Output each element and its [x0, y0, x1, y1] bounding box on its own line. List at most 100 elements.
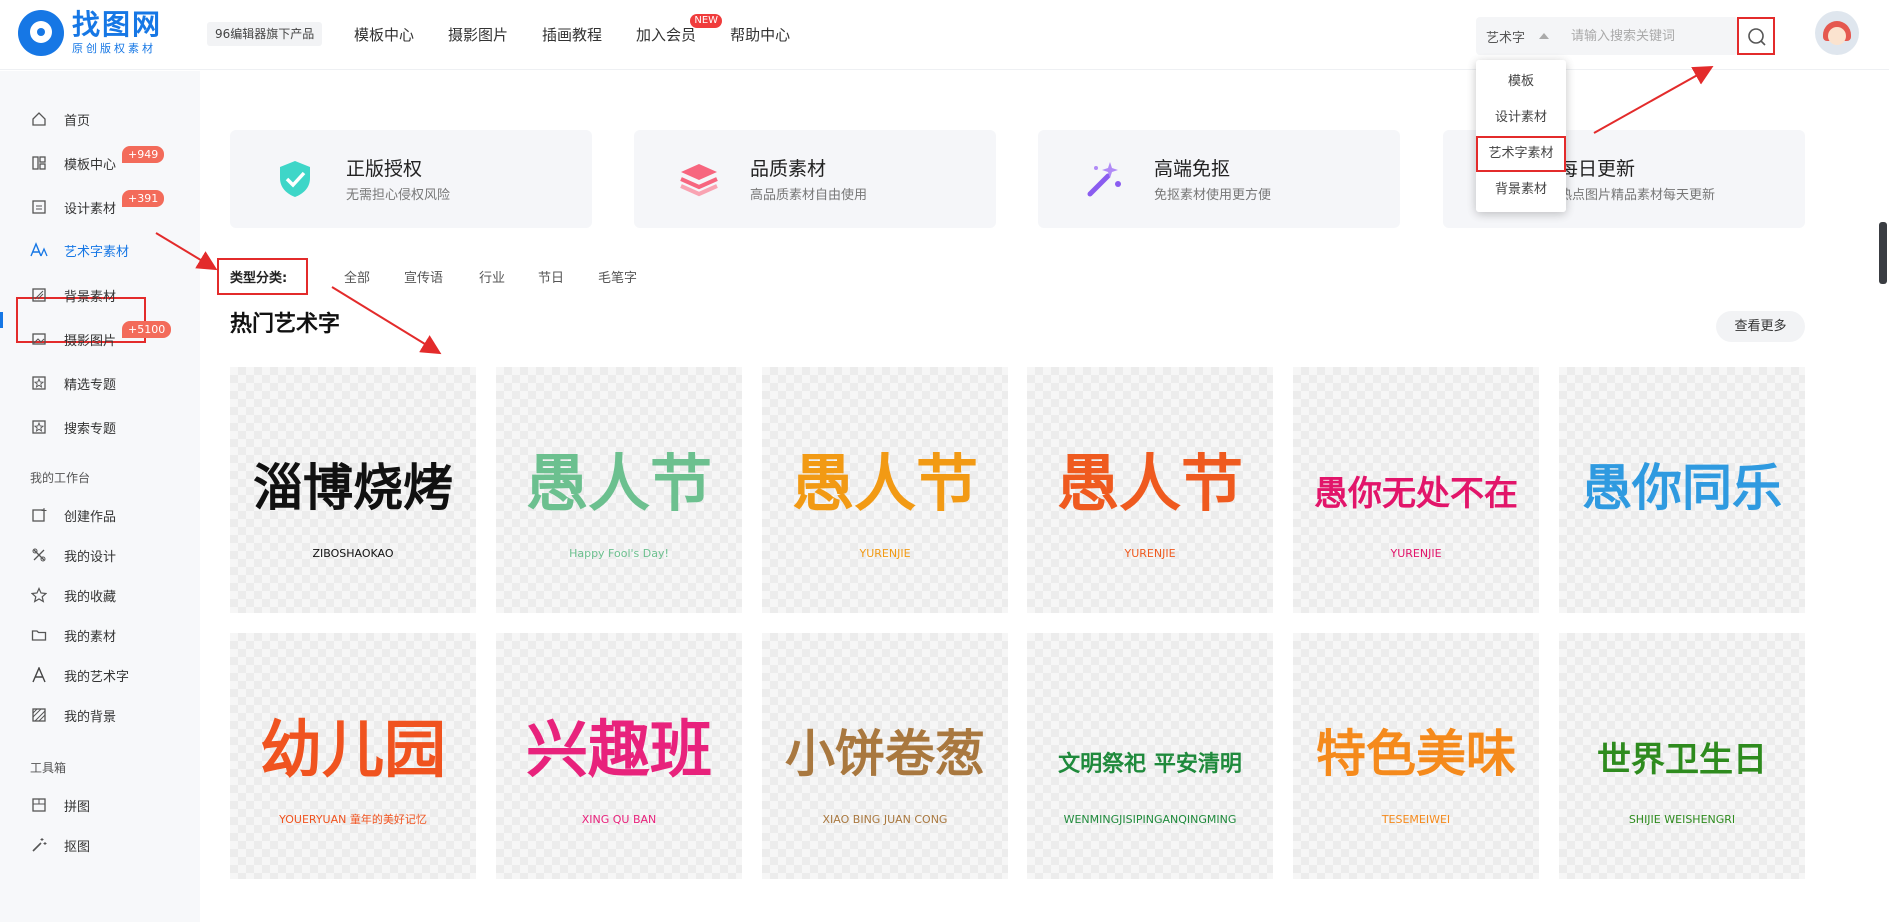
background-icon [30, 286, 48, 304]
count-badge: +391 [122, 190, 165, 207]
wordart-main-text: 文明祭祀 平安清明 [1058, 751, 1242, 777]
sidebar-item-my-background[interactable]: 我的背景 [30, 703, 116, 727]
nav-illustration[interactable]: 插画教程 [542, 24, 602, 45]
wordart-preview: 幼儿园 YOUERYUAN 童年的美好记忆 [260, 713, 446, 826]
filter-label: 类型分类: [230, 271, 288, 286]
dropdown-option-wordart[interactable]: 艺术字素材 [1476, 136, 1566, 172]
design-icon [30, 198, 48, 216]
sidebar-item-label: 创建作品 [64, 509, 117, 525]
sidebar-item-label: 我的素材 [64, 629, 117, 645]
wordart-sub-text: XING QU BAN [582, 813, 657, 826]
sidebar-item-label: 首页 [64, 113, 91, 129]
topic-icon [30, 374, 48, 392]
feature-desc: 免抠素材使用更方便 [1154, 188, 1272, 203]
wordart-tile[interactable]: 淄博烧烤 ZIBOSHAOKAO [230, 367, 476, 613]
wordart-main-text: 愚人节 [792, 447, 978, 520]
nav-membership[interactable]: 加入会员 NEW [636, 14, 723, 45]
home-icon [30, 110, 48, 128]
wordart-sub-text: WENMINGJISIPINGANQINGMING [1064, 813, 1237, 826]
dropdown-option-template[interactable]: 模板 [1476, 64, 1566, 100]
feature-card: 高端免抠 免抠素材使用更方便 [1038, 130, 1400, 228]
dropdown-option-design[interactable]: 设计素材 [1476, 100, 1566, 136]
sidebar-item-home[interactable]: 首页 [30, 107, 90, 131]
collage-icon [30, 796, 48, 814]
search-type-select[interactable]: 艺术字 [1486, 27, 1525, 46]
caret-up-icon[interactable] [1539, 33, 1549, 39]
filter-option-slogan[interactable]: 宣传语 [404, 267, 443, 286]
filter-option-industry[interactable]: 行业 [479, 267, 505, 286]
workspace-title: 我的工作台 [30, 471, 91, 485]
sidebar-item-my-design[interactable]: 我的设计 [30, 543, 116, 567]
template-icon [30, 154, 48, 172]
wordart-main-text: 淄博烧烤 [253, 459, 453, 517]
wordart-tile[interactable]: 愚人节 YURENJIE [762, 367, 1008, 613]
sidebar-item-label: 我的背景 [64, 709, 117, 725]
wordart-tile[interactable]: 文明祭祀 平安清明 WENMINGJISIPINGANQINGMING [1027, 633, 1273, 879]
filter-option-all[interactable]: 全部 [344, 267, 370, 286]
wordart-main-text: 愚你无处不在 [1314, 474, 1518, 514]
wordart-tile[interactable]: 愚人节 YURENJIE [1027, 367, 1273, 613]
feature-desc: 高品质素材自由使用 [750, 188, 868, 203]
wordart-tile[interactable]: 愚你同乐 [1559, 367, 1805, 613]
sidebar-item-label: 艺术字素材 [64, 244, 130, 260]
wordart-tile[interactable]: 世界卫生日 SHIJIE WEISHENGRI [1559, 633, 1805, 879]
wordart-preview: 文明祭祀 平安清明 WENMINGJISIPINGANQINGMING [1058, 751, 1242, 826]
folder-icon [30, 626, 48, 644]
user-avatar[interactable] [1815, 11, 1859, 55]
top-header: 找图网 原创版权素材 96编辑器旗下产品 模板中心 摄影图片 插画教程 加入会员… [0, 0, 1889, 70]
filter-option-festival[interactable]: 节日 [538, 267, 564, 286]
wordart-tile[interactable]: 小饼卷葱 XIAO BING JUAN CONG [762, 633, 1008, 879]
wordart-sub-text: TESEMEIWEI [1381, 813, 1450, 826]
filter-option-calligraphy[interactable]: 毛笔字 [598, 267, 637, 286]
nav-help[interactable]: 帮助中心 [730, 24, 790, 45]
search-input[interactable] [1571, 25, 1711, 47]
sidebar-item-label: 搜索专题 [64, 421, 117, 437]
search-icon [1748, 28, 1766, 46]
wordart-sub-text: YURENJIE [1123, 547, 1175, 560]
sidebar-item-create[interactable]: 创建作品 [30, 503, 116, 527]
wordart-tile[interactable]: 愚人节 Happy Fool's Day! [496, 367, 742, 613]
font-icon [30, 241, 48, 259]
feature-desc: 无需担心侵权风险 [346, 188, 451, 203]
sidebar-item-my-materials[interactable]: 我的素材 [30, 623, 116, 647]
star-icon [30, 586, 48, 604]
wordart-main-text: 世界卫生日 [1597, 740, 1767, 780]
wordart-tile[interactable]: 幼儿园 YOUERYUAN 童年的美好记忆 [230, 633, 476, 879]
create-icon [30, 506, 48, 524]
wordart-preview: 愚你无处不在 YURENJIE [1314, 474, 1518, 560]
sidebar-item-templates[interactable]: 模板中心 [30, 151, 116, 175]
sidebar-item-background[interactable]: 背景素材 [30, 283, 116, 307]
wordart-main-text: 愚你同乐 [1582, 459, 1782, 517]
search-button[interactable] [1737, 17, 1775, 55]
wordart-main-text: 特色美味 [1316, 725, 1516, 783]
view-more-button[interactable]: 查看更多 [1716, 311, 1805, 342]
nav-template-center[interactable]: 模板中心 [354, 24, 414, 45]
sidebar-item-photos[interactable]: 摄影图片 [30, 327, 116, 351]
wordart-tile[interactable]: 特色美味 TESEMEIWEI [1293, 633, 1539, 879]
sidebar-item-my-wordart[interactable]: 我的艺术字 [30, 663, 129, 687]
nav-photography[interactable]: 摄影图片 [448, 24, 508, 45]
top-nav: 模板中心 摄影图片 插画教程 加入会员 NEW 帮助中心 [354, 14, 824, 45]
wordart-tile[interactable]: 兴趣班 XING QU BAN [496, 633, 742, 879]
feature-card: 品质素材 高品质素材自由使用 [634, 130, 996, 228]
sidebar-item-favorites[interactable]: 我的收藏 [30, 583, 116, 607]
site-logo[interactable]: 找图网 原创版权素材 [18, 10, 162, 56]
sidebar-item-design[interactable]: 设计素材 [30, 195, 116, 219]
sidebar-item-label: 设计素材 [64, 201, 117, 217]
sidebar-item-cutout[interactable]: 抠图 [30, 833, 90, 857]
wordart-preview: 小饼卷葱 XIAO BING JUAN CONG [785, 725, 985, 826]
my-design-icon [30, 546, 48, 564]
nav-membership-label: 加入会员 [636, 26, 697, 44]
logo-name: 找图网 [72, 8, 163, 41]
sidebar-item-wordart[interactable]: 艺术字素材 [30, 238, 129, 262]
sidebar-item-collage[interactable]: 拼图 [30, 793, 90, 817]
wordart-tile[interactable]: 愚你无处不在 YURENJIE [1293, 367, 1539, 613]
dropdown-option-background[interactable]: 背景素材 [1476, 172, 1566, 208]
sidebar-item-label: 我的收藏 [64, 589, 117, 605]
layers-icon [680, 164, 718, 197]
scrollbar-thumb[interactable] [1879, 222, 1887, 284]
sidebar-item-search-topics[interactable]: 搜索专题 [30, 415, 116, 439]
product-badge[interactable]: 96编辑器旗下产品 [207, 22, 323, 46]
wordart-sub-text: YOUERYUAN 童年的美好记忆 [278, 812, 427, 826]
sidebar-item-featured-topics[interactable]: 精选专题 [30, 371, 116, 395]
